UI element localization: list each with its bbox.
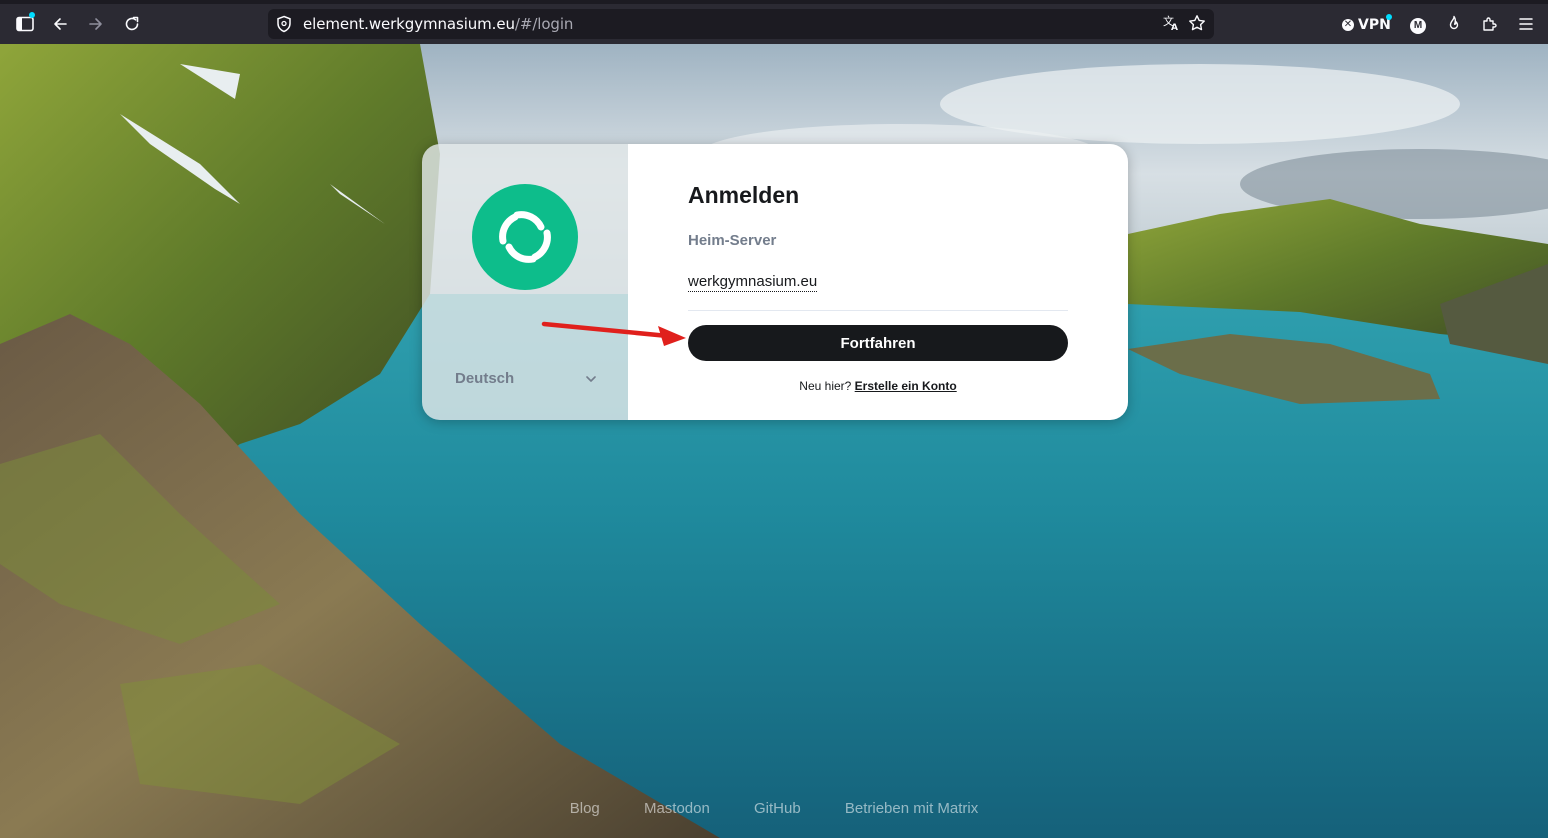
footer-links: Blog Mastodon GitHub Betrieben mit Matri…	[0, 800, 1548, 817]
auth-body-panel: Anmelden Heim-Server werkgymnasium.eu Fo…	[628, 144, 1128, 420]
footer-link-github[interactable]: GitHub	[754, 800, 801, 817]
forward-arrow-icon[interactable]	[82, 10, 110, 38]
back-arrow-icon[interactable]	[46, 10, 74, 38]
browser-toolbar: element.werkgymnasium.eu/#/login 文A ✕ VP…	[0, 0, 1548, 44]
homeserver-label: Heim-Server	[688, 232, 777, 249]
footer-link-matrix[interactable]: Betrieben mit Matrix	[845, 800, 978, 817]
login-card: Deutsch Anmelden Heim-Server werkgymnasi…	[422, 144, 1128, 420]
address-bar[interactable]: element.werkgymnasium.eu/#/login 文A	[268, 9, 1214, 39]
sidebar-toggle-icon[interactable]	[11, 10, 39, 38]
shield-icon[interactable]	[276, 15, 292, 38]
menu-hamburger-icon[interactable]	[1512, 10, 1540, 38]
language-dropdown[interactable]: Deutsch	[455, 366, 597, 390]
account-avatar[interactable]: M	[1410, 18, 1426, 34]
extensions-puzzle-icon[interactable]	[1476, 10, 1504, 38]
chevron-down-icon	[585, 370, 597, 387]
homeserver-value[interactable]: werkgymnasium.eu	[688, 273, 818, 292]
annotation-arrow-icon	[541, 321, 686, 346]
page-background: Deutsch Anmelden Heim-Server werkgymnasi…	[0, 44, 1548, 838]
create-account-link[interactable]: Erstelle ein Konto	[855, 379, 957, 393]
footer-link-mastodon[interactable]: Mastodon	[644, 800, 710, 817]
auth-header-panel: Deutsch	[422, 144, 628, 420]
continue-button[interactable]: Fortfahren	[688, 325, 1068, 361]
svg-text:A: A	[1171, 23, 1178, 32]
flame-icon[interactable]	[1440, 10, 1468, 38]
element-logo-icon	[472, 184, 578, 290]
bookmark-star-icon[interactable]	[1188, 14, 1206, 37]
vpn-button[interactable]: ✕ VPN	[1342, 14, 1392, 36]
footer-link-blog[interactable]: Blog	[570, 800, 600, 817]
close-icon: ✕	[1342, 19, 1354, 31]
page-title: Anmelden	[688, 182, 800, 208]
vpn-label: VPN	[1358, 17, 1391, 33]
reload-icon[interactable]	[118, 10, 146, 38]
language-label: Deutsch	[455, 369, 515, 387]
divider	[688, 310, 1068, 311]
url-text: element.werkgymnasium.eu/#/login	[303, 15, 574, 33]
signup-prompt-text: Neu hier?	[799, 379, 852, 393]
signup-prompt: Neu hier? Erstelle ein Konto	[688, 379, 1068, 393]
translate-icon[interactable]: 文A	[1162, 14, 1180, 37]
